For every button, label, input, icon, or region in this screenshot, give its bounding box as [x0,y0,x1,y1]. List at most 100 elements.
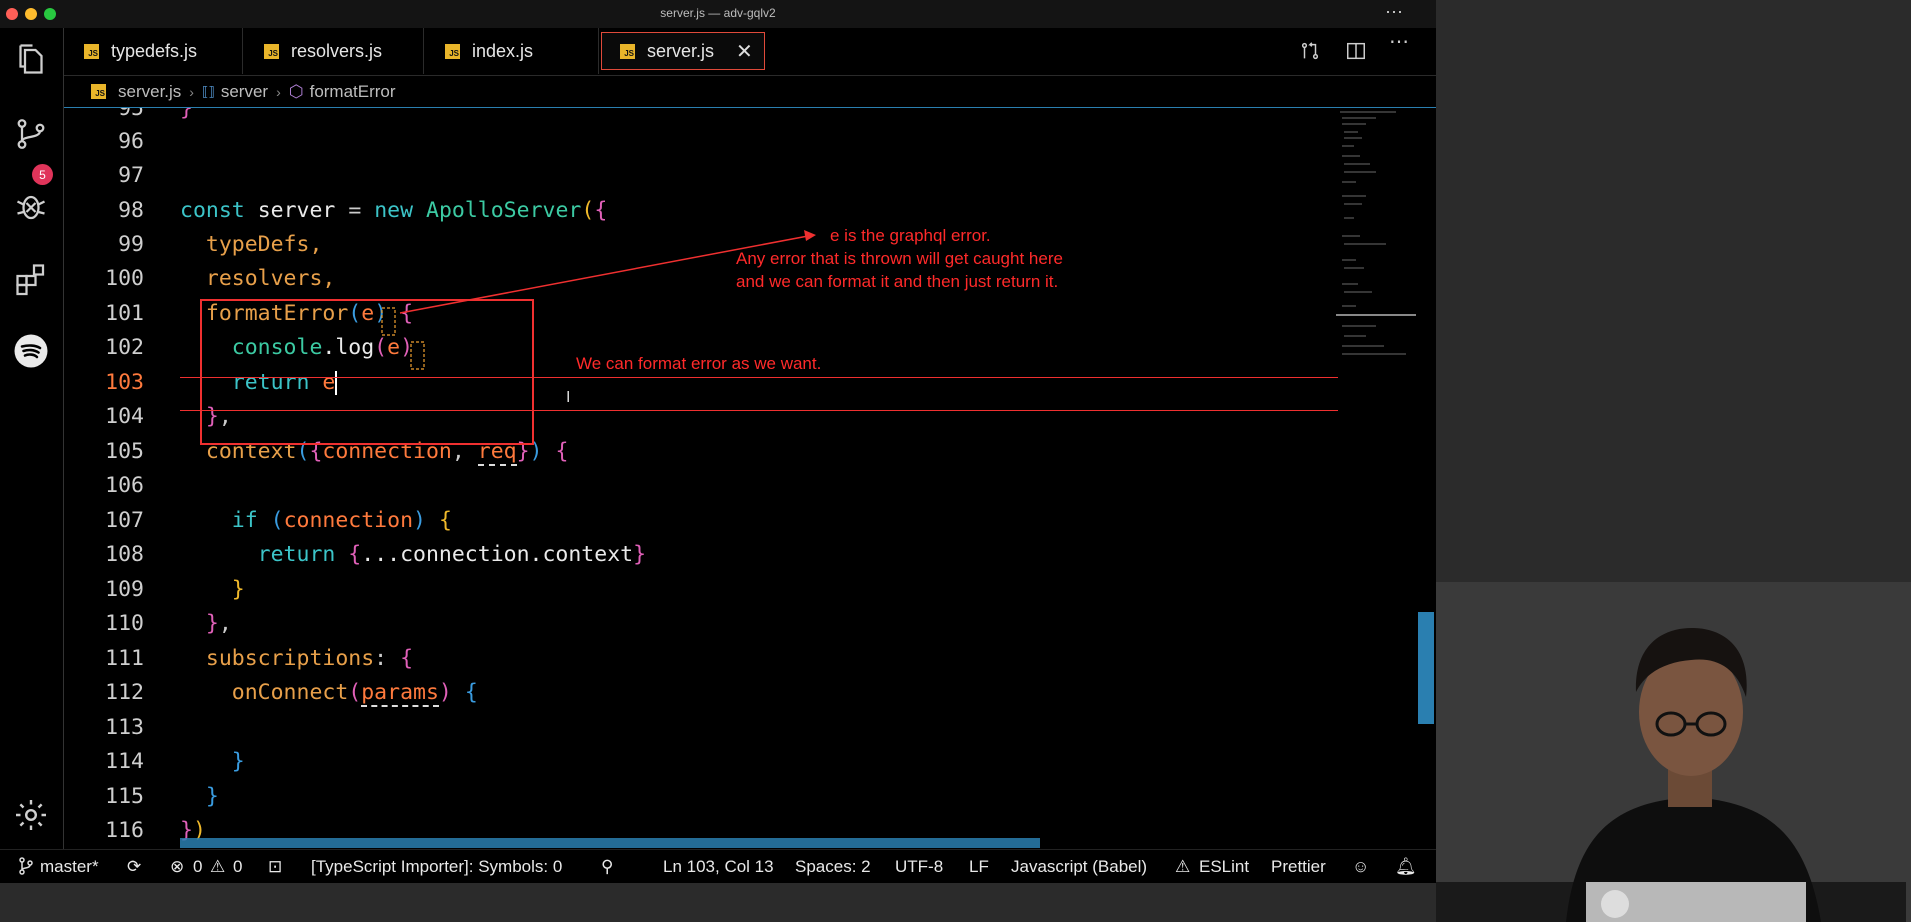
tab-resolvers[interactable]: JS resolvers.js [244,28,424,74]
code-line: 97 [64,159,1336,193]
line-number: 101 [105,301,144,326]
line-number: 97 [118,163,144,188]
warning-icon[interactable]: ⚠ [210,857,225,877]
annotation-line [180,377,1338,378]
breadcrumb-file[interactable]: server.js [118,82,181,102]
split-editor-icon[interactable] [1343,38,1369,64]
notifications-bell-icon[interactable]: 🔔︎ [1395,857,1417,877]
webcam-overlay [1436,582,1911,922]
line-number: 115 [105,784,144,809]
presenter-image [1436,582,1911,922]
line-number: 108 [105,542,144,567]
code-line: 98 const server = new ApolloServer({ [64,194,1336,228]
terminal-icon[interactable]: ⊡ [268,857,282,877]
line-number: 114 [105,749,144,774]
code-line: 111 subscriptions: { [64,642,1336,676]
minimap[interactable] [1336,108,1416,368]
line-number: 99 [118,232,144,257]
line-number: 116 [105,818,144,843]
code-line: 113 [64,711,1336,745]
chevron-right-icon: › [276,83,281,100]
activity-bar: 5 [0,28,64,849]
line-number: 111 [105,646,144,671]
line-number: 105 [105,439,144,464]
ts-importer-status[interactable]: [TypeScript Importer]: Symbols: 0 [311,857,562,877]
warning-count[interactable]: 0 [233,857,242,877]
tab-label: typedefs.js [111,40,198,61]
code-editor[interactable]: 95} 96 97 98 const server = new ApolloSer… [64,108,1346,849]
spotify-icon[interactable] [10,330,52,372]
line-number: 104 [105,404,144,429]
tab-server[interactable]: JS server.js ✕ [601,32,765,70]
code-line: 109 } [64,573,1336,607]
line-number: 106 [105,473,144,498]
git-commit-icon[interactable]: ⚲ [601,857,613,877]
editor-window: server.js — adv-gqlv2 ⋯ 5 JS typedefs.js… [0,0,1436,883]
line-number: 95 [118,108,144,121]
menu-dots-icon[interactable]: ⋯ [1385,2,1403,23]
title-bar: server.js — adv-gqlv2 ⋯ [0,0,1436,29]
code-line: 95} [64,108,1336,126]
line-number: 112 [105,680,144,705]
js-file-icon: JS [620,43,635,59]
eslint-warning-icon[interactable]: ⚠ [1175,857,1190,877]
code-line: 114 } [64,745,1336,779]
line-number: 100 [105,266,144,291]
extensions-icon[interactable] [10,258,52,300]
breadcrumb-symbol-formaterror[interactable]: formatError [310,82,396,102]
line-number: 103 [105,370,144,395]
cursor-position[interactable]: Ln 103, Col 13 [663,857,774,877]
explorer-icon[interactable] [10,38,52,80]
debug-icon[interactable] [10,185,52,227]
source-control-icon[interactable] [10,113,52,155]
code-line: 100 resolvers, [64,262,1336,296]
line-number: 109 [105,577,144,602]
status-bar: master* ⟳ ⊗ 0 ⚠ 0 ⊡ [TypeScript Importer… [0,849,1436,883]
code-line: 99 typeDefs, [64,228,1336,262]
code-line: 108 return {...connection.context} [64,538,1336,572]
js-file-icon: JS [84,43,99,59]
vertical-scrollbar[interactable] [1418,612,1434,724]
method-icon: ⬡ [288,81,304,101]
more-actions-icon[interactable]: ⋯ [1386,28,1412,54]
encoding[interactable]: UTF-8 [895,857,943,877]
annotation-note: We can format error as we want. [576,354,822,373]
error-count[interactable]: 0 [193,857,202,877]
sync-icon[interactable]: ⟳ [127,857,141,877]
code-line: 110 }, [64,607,1336,641]
open-changes-icon[interactable] [1297,38,1323,64]
error-icon[interactable]: ⊗ [170,857,184,877]
code-line: 115 } [64,780,1336,814]
line-number: 102 [105,335,144,360]
scm-count-badge: 5 [32,164,53,185]
js-file-icon: JS [445,43,460,59]
branch-label[interactable]: master* [40,857,99,877]
annotation-note: e is the graphql error. [830,226,991,245]
prettier-status[interactable]: Prettier [1271,857,1326,877]
end-of-line[interactable]: LF [969,857,989,877]
breadcrumb: JS server.js › ⟦⟧ server › ⬡ formatError [64,76,1436,108]
indentation[interactable]: Spaces: 2 [795,857,871,877]
breadcrumb-symbol-server[interactable]: server [221,82,268,102]
js-file-icon: JS [264,43,279,59]
tab-index[interactable]: JS index.js [425,28,599,74]
annotation-line [180,410,1338,411]
tab-label: index.js [472,40,534,61]
line-number: 107 [105,508,144,533]
close-tab-icon[interactable]: ✕ [736,39,753,64]
line-number: 113 [105,715,144,740]
eslint-status[interactable]: ESLint [1199,857,1249,877]
tab-typedefs[interactable]: JS typedefs.js [64,28,243,74]
feedback-smiley-icon[interactable]: ☺ [1352,857,1369,877]
code-line: 107 if (connection) { [64,504,1336,538]
horizontal-scrollbar[interactable] [180,838,1040,848]
tab-label: server.js [647,40,715,61]
settings-gear-icon[interactable] [10,794,52,836]
annotation-note: and we can format it and then just retur… [736,272,1059,291]
line-number: 98 [118,198,144,223]
line-number: 110 [105,611,144,636]
variable-icon: ⟦⟧ [201,83,215,99]
editor-tab-bar: JS typedefs.js JS resolvers.js JS index.… [64,28,1436,76]
line-number: 96 [118,129,144,154]
language-mode[interactable]: Javascript (Babel) [1011,857,1147,877]
